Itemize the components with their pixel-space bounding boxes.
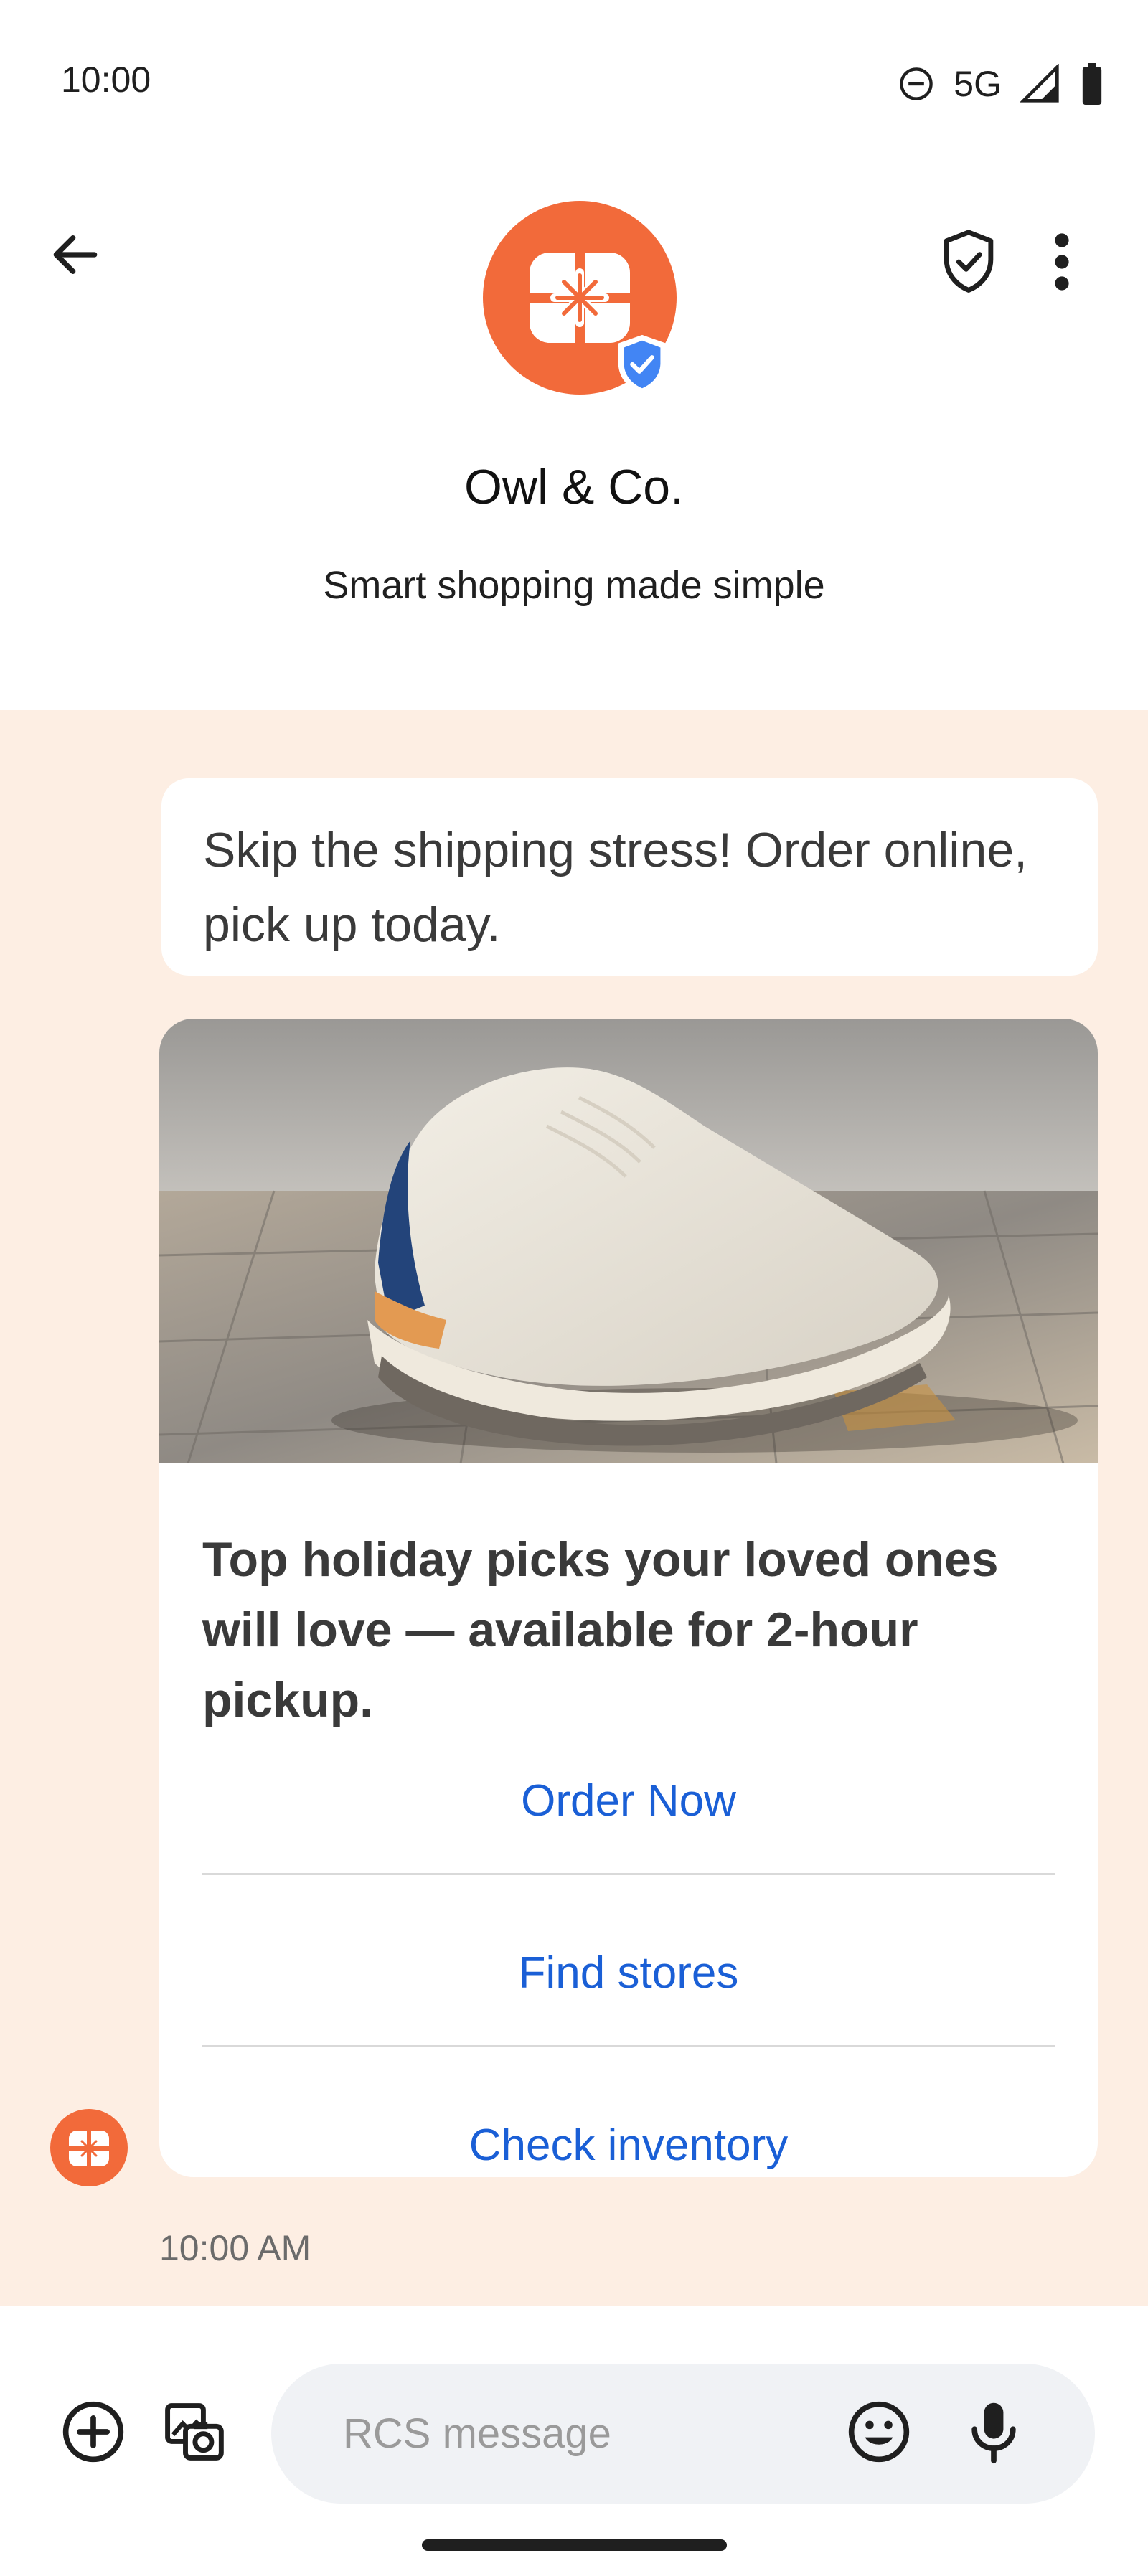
emoji-icon: [848, 2401, 910, 2463]
do-not-disturb-icon: [900, 67, 933, 100]
voice-input-button[interactable]: [958, 2396, 1030, 2468]
card-title: Top holiday picks your loved ones will l…: [202, 1532, 999, 1727]
verification-info-button[interactable]: [933, 222, 1004, 301]
find-stores-button[interactable]: Find stores: [202, 1908, 1055, 2037]
rich-card[interactable]: Top holiday picks your loved ones will l…: [159, 1019, 1098, 2177]
more-vert-icon: [1055, 233, 1069, 291]
incoming-message-bubble[interactable]: Skip the shipping stress! Order online, …: [161, 778, 1098, 976]
back-arrow-icon: [53, 235, 98, 274]
mic-icon: [971, 2402, 1016, 2464]
card-divider: [202, 2045, 1055, 2047]
add-attachment-button[interactable]: [57, 2396, 129, 2468]
brand-tagline: Smart shopping made simple: [323, 564, 825, 607]
message-timestamp: 10:00 AM: [159, 2228, 311, 2268]
order-now-button[interactable]: Order Now: [202, 1736, 1055, 1865]
gallery-button[interactable]: [158, 2396, 230, 2468]
shield-check-icon: [944, 230, 994, 293]
brand-name: Owl & Co.: [464, 460, 684, 514]
more-options-button[interactable]: [1033, 222, 1091, 301]
sender-avatar[interactable]: [50, 2109, 128, 2186]
signal-icon: [1020, 64, 1059, 103]
battery-icon: [1082, 63, 1102, 105]
conversation-area[interactable]: Skip the shipping stress! Order online, …: [0, 710, 1148, 2306]
verified-badge-icon: [618, 334, 667, 395]
back-button[interactable]: [39, 219, 111, 291]
emoji-button[interactable]: [843, 2396, 915, 2468]
status-bar: 10:00 5G: [0, 0, 1148, 165]
conversation-header: Owl & Co. Smart shopping made simple: [0, 165, 1148, 710]
status-time: 10:00: [61, 60, 151, 100]
check-inventory-button[interactable]: Check inventory: [202, 2080, 1055, 2177]
message-composer: [0, 2306, 1148, 2576]
add-circle-icon: [62, 2401, 124, 2463]
sneaker-product-image[interactable]: [159, 1019, 1098, 1463]
gallery-icon: [165, 2403, 224, 2461]
card-divider: [202, 1873, 1055, 1875]
gift-logo-icon: [69, 2131, 109, 2166]
network-type: 5G: [954, 64, 1002, 104]
status-icons: 5G: [898, 59, 1105, 109]
home-indicator[interactable]: [422, 2539, 727, 2551]
